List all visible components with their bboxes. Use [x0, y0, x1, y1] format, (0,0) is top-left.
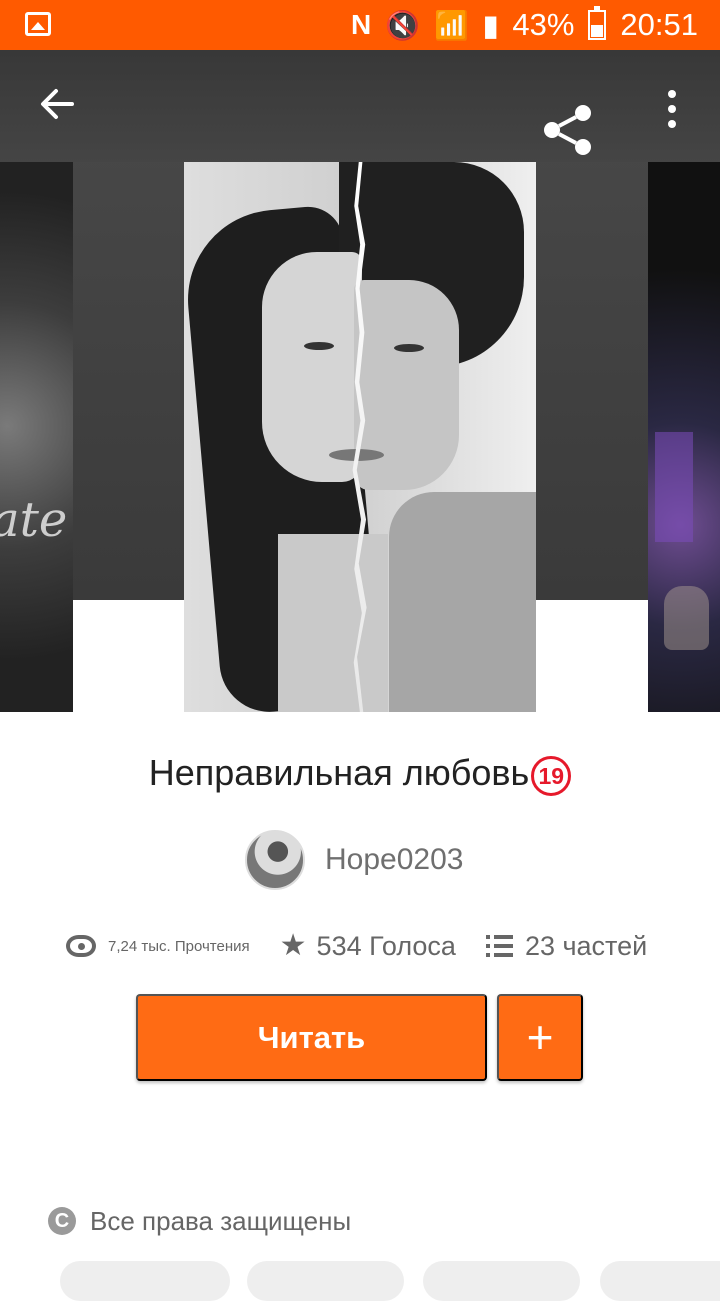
tag-pill[interactable] [600, 1261, 720, 1301]
cover-eye-left [304, 342, 334, 350]
add-to-library-button[interactable]: + [497, 994, 583, 1081]
eye-icon [66, 935, 96, 957]
more-vertical-icon[interactable] [661, 89, 683, 129]
tag-pill[interactable] [60, 1261, 230, 1301]
author-name[interactable]: Hope0203 [325, 843, 463, 877]
top-toolbar [0, 50, 720, 162]
status-indicators: N 🔇 📶 ▮ 43% 20:51 [351, 6, 698, 44]
tag-pill[interactable] [423, 1261, 580, 1301]
signal-icon: ▮ [482, 9, 499, 41]
copyright-text: Все права защищены [90, 1205, 352, 1236]
cover-body-left [278, 534, 388, 712]
status-time: 20:51 [620, 7, 698, 42]
reads-stat: 7,24 тыс. Прочтения [66, 935, 280, 957]
nfc-icon: N [350, 9, 372, 40]
status-bar: N 🔇 📶 ▮ 43% 20:51 [0, 0, 720, 50]
reads-count: 7,24 тыс. Прочтения [108, 937, 250, 955]
copyright-icon: C [48, 1207, 76, 1235]
author-avatar[interactable] [245, 830, 305, 890]
book-title-text: Неправильная любовь [148, 752, 530, 793]
previous-cover[interactable]: ate [0, 162, 73, 712]
votes-count: 534 Голоса [316, 930, 456, 961]
parts-stat: 23 частей [485, 930, 648, 962]
copyright-row: C Все права защищены [48, 1202, 351, 1240]
share-icon[interactable] [542, 104, 594, 156]
tag-pill[interactable] [247, 1261, 404, 1301]
battery-icon [588, 6, 607, 40]
author-row[interactable]: Hope0203 [245, 829, 463, 891]
star-icon: ★ [279, 929, 307, 962]
read-button[interactable]: Читать [136, 994, 487, 1081]
cover-body-right [389, 492, 536, 712]
age-rating-badge: 19 [531, 756, 572, 796]
arrow-left-icon[interactable] [36, 83, 78, 125]
wifi-icon: 📶 [434, 9, 469, 41]
votes-stat: ★ 534 Голоса [280, 931, 486, 962]
book-cover[interactable] [184, 162, 536, 712]
book-stats: 7,24 тыс. Прочтения ★ 534 Голоса 23 част… [66, 924, 647, 968]
mute-icon: 🔇 [385, 9, 421, 41]
cover-face-left [262, 252, 362, 482]
parts-count: 23 частей [524, 930, 648, 961]
cover-script-art: ate [0, 492, 68, 548]
book-title: Неправильная любовь 19 [0, 752, 720, 796]
image-icon [25, 12, 51, 36]
list-icon [485, 935, 513, 957]
next-cover[interactable] [648, 162, 720, 712]
cover-eye-right [394, 344, 424, 352]
battery-percent: 43% [512, 7, 575, 42]
